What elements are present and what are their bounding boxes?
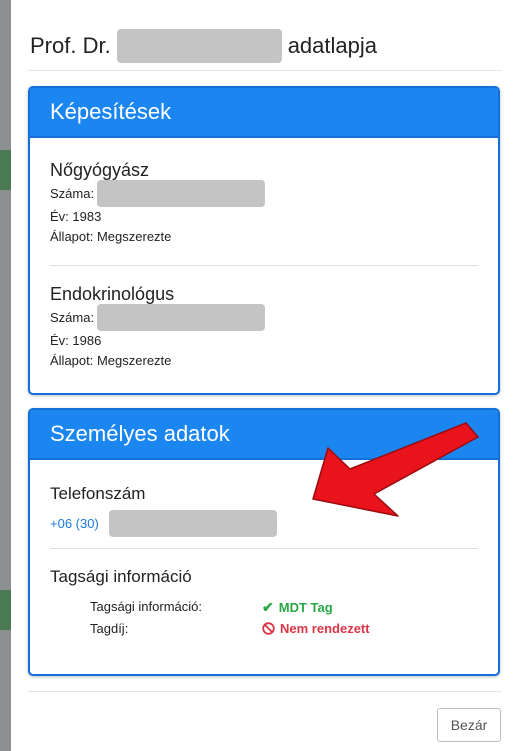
qualifications-panel: Képesítések Nőgyógyász Száma: Év: 1983 Á… — [28, 86, 500, 395]
membership-value: Nem rendezett — [262, 621, 370, 636]
close-button[interactable]: Bezár — [437, 708, 501, 742]
qualification-number: Száma: — [50, 180, 266, 207]
redacted-number — [97, 180, 266, 207]
redacted-phone — [108, 510, 277, 537]
qualification-year: Év: 1986 — [50, 333, 102, 348]
qualification-status: Állapot: Megszerezte — [50, 353, 172, 368]
title-prefix: Prof. Dr. — [30, 33, 111, 58]
membership-value: ✔ MDT Tag — [262, 599, 333, 616]
membership-row: Tagdíj: Nem rendezett — [90, 621, 370, 636]
membership-key: Tagsági információ: — [90, 599, 202, 614]
qualification-name: Endokrinológus — [50, 284, 175, 304]
qualification-name: Nőgyógyász — [50, 160, 150, 180]
personal-divider — [50, 548, 478, 549]
qualification-item: Endokrinológus Száma: Év: 1986 Állapot: … — [50, 284, 266, 371]
qualification-divider — [50, 265, 478, 266]
footer-divider — [28, 691, 502, 692]
check-icon: ✔ — [262, 599, 274, 615]
header-divider — [28, 70, 502, 71]
title-suffix: adatlapja — [287, 33, 377, 58]
qualification-number: Száma: — [50, 304, 266, 331]
number-label: Száma: — [50, 309, 95, 325]
phone-label: Telefonszám — [50, 484, 146, 503]
qualification-year: Év: 1983 — [50, 209, 102, 224]
number-label: Száma: — [50, 185, 95, 201]
phone-number[interactable]: +06 (30) — [50, 510, 277, 537]
qualification-status: Állapot: Megszerezte — [50, 229, 172, 244]
profile-modal: Prof. Dr. adatlapja Képesítések Nőgyógyá… — [11, 0, 519, 751]
forbidden-icon — [262, 622, 275, 635]
qualifications-heading: Képesítések — [30, 88, 498, 138]
phone-prefix[interactable]: +06 (30) — [50, 516, 99, 531]
fee-status-text: Nem rendezett — [280, 621, 370, 636]
personal-data-panel: Személyes adatok Telefonszám +06 (30) Ta… — [28, 408, 500, 676]
membership-title: Tagsági információ — [50, 567, 192, 586]
membership-key: Tagdíj: — [90, 621, 129, 636]
redacted-name — [116, 29, 282, 63]
redacted-number — [97, 304, 266, 331]
membership-row: Tagsági információ: ✔ MDT Tag — [90, 599, 333, 616]
modal-title: Prof. Dr. adatlapja — [30, 29, 377, 63]
membership-status-text: MDT Tag — [278, 600, 333, 615]
personal-data-heading: Személyes adatok — [30, 410, 498, 460]
qualification-item: Nőgyógyász Száma: Év: 1983 Állapot: Megs… — [50, 160, 266, 247]
